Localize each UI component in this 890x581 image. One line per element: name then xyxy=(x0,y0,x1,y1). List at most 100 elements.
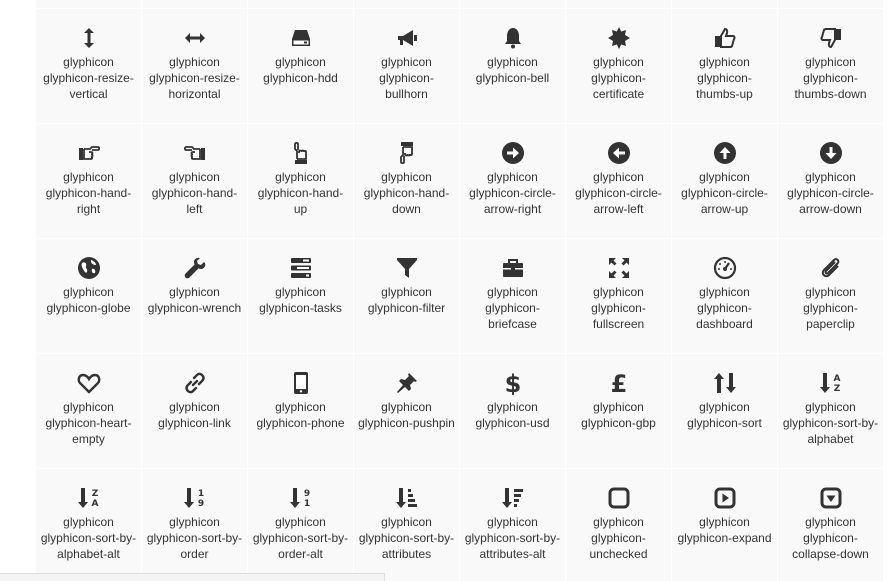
icon-class-base: glyphicon xyxy=(381,55,432,69)
circle-arrow-up-icon xyxy=(713,141,737,165)
fullscreen-icon xyxy=(607,256,631,280)
icon-cell-globe[interactable]: glyphicon glyphicon-globe xyxy=(36,239,142,354)
icon-cell-sort[interactable]: glyphicon glyphicon-sort xyxy=(672,354,778,469)
icon-cell-usd[interactable]: $ glyphicon glyphicon-usd xyxy=(460,354,566,469)
icon-class-base: glyphicon xyxy=(275,170,326,184)
icon-class-name: glyphicon-pushpin xyxy=(358,416,455,430)
icon-cell-thumbs-down[interactable]: glyphicon glyphicon-thumbs-down xyxy=(778,9,884,124)
icon-class-label: glyphicon glyphicon-resize-horizontal xyxy=(146,54,243,102)
icon-cell-partial[interactable] xyxy=(36,0,142,9)
collapse-down-icon xyxy=(819,486,843,510)
icon-class-base: glyphicon xyxy=(63,400,114,414)
icon-cell-phone[interactable]: glyphicon glyphicon-phone xyxy=(248,354,354,469)
icon-cell-sort-by-order[interactable]: 1 9 glyphicon glyphicon-sort-by-order xyxy=(142,469,248,581)
icon-cell-link[interactable]: glyphicon glyphicon-link xyxy=(142,354,248,469)
icon-cell-hand-down[interactable]: glyphicon glyphicon-hand-down xyxy=(354,124,460,239)
globe-icon xyxy=(77,256,101,280)
icon-class-label: glyphicon glyphicon-wrench xyxy=(146,284,243,316)
icon-class-label: glyphicon glyphicon-briefcase xyxy=(464,284,561,332)
icon-class-name: glyphicon-hand-right xyxy=(45,186,132,216)
icon-cell-partial[interactable] xyxy=(778,0,884,9)
icon-class-name: glyphicon-gbp xyxy=(581,416,656,430)
icon-class-base: glyphicon xyxy=(487,55,538,69)
icon-cell-briefcase[interactable]: glyphicon glyphicon-briefcase xyxy=(460,239,566,354)
icon-class-base: glyphicon xyxy=(275,400,326,414)
icon-cell-hand-left[interactable]: glyphicon glyphicon-hand-left xyxy=(142,124,248,239)
icon-cell-partial[interactable] xyxy=(354,0,460,9)
link-icon xyxy=(183,371,207,395)
icon-class-name: glyphicon-hand-down xyxy=(363,186,450,216)
icon-cell-sort-by-attributes[interactable]: glyphicon glyphicon-sort-by-attributes xyxy=(354,469,460,581)
icon-class-name: glyphicon-dashboard xyxy=(696,301,753,331)
icon-class-base: glyphicon xyxy=(275,55,326,69)
icon-class-label: glyphicon glyphicon-bullhorn xyxy=(358,54,455,102)
thumbs-down-icon xyxy=(819,26,843,50)
icon-class-base: glyphicon xyxy=(63,285,114,299)
icon-class-name: glyphicon-resize-horizontal xyxy=(149,71,240,101)
icon-class-name: glyphicon-certificate xyxy=(591,71,646,101)
icon-cell-bell[interactable]: glyphicon glyphicon-bell xyxy=(460,9,566,124)
icon-class-name: glyphicon-expand xyxy=(677,531,772,545)
icon-cell-heart-empty[interactable]: glyphicon glyphicon-heart-empty xyxy=(36,354,142,469)
icon-cell-thumbs-up[interactable]: glyphicon glyphicon-thumbs-up xyxy=(672,9,778,124)
icon-cell-hdd[interactable]: glyphicon glyphicon-hdd xyxy=(248,9,354,124)
icon-cell-resize-horizontal[interactable]: glyphicon glyphicon-resize-horizontal xyxy=(142,9,248,124)
icon-class-name: glyphicon-sort-by-attributes-alt xyxy=(464,531,561,561)
icon-cell-partial[interactable] xyxy=(672,0,778,9)
icon-cell-partial[interactable] xyxy=(142,0,248,9)
icon-class-label: glyphicon glyphicon-bell xyxy=(464,54,561,86)
icon-cell-fullscreen[interactable]: glyphicon glyphicon-fullscreen xyxy=(566,239,672,354)
icon-cell-partial[interactable] xyxy=(248,0,354,9)
icon-cell-expand[interactable]: glyphicon glyphicon-expand xyxy=(672,469,778,581)
icon-cell-circle-arrow-left[interactable]: glyphicon glyphicon-circle-arrow-left xyxy=(566,124,672,239)
icon-class-label: glyphicon glyphicon-link xyxy=(146,399,243,431)
icon-cell-filter[interactable]: glyphicon glyphicon-filter xyxy=(354,239,460,354)
icon-class-name: glyphicon-sort xyxy=(687,416,762,430)
icon-cell-circle-arrow-up[interactable]: glyphicon glyphicon-circle-arrow-up xyxy=(672,124,778,239)
circle-arrow-down-icon xyxy=(819,141,843,165)
icon-cell-partial[interactable] xyxy=(460,0,566,9)
icon-class-label: glyphicon glyphicon-expand xyxy=(676,514,773,546)
icon-cell-sort-by-order-alt[interactable]: 9 1 glyphicon glyphicon-sort-by-order-alt xyxy=(248,469,354,581)
icon-cell-certificate[interactable]: glyphicon glyphicon-certificate xyxy=(566,9,672,124)
hand-down-icon xyxy=(395,141,419,165)
icon-cell-sort-by-alphabet-alt[interactable]: Z Aglyphicon glyphicon-sort-by-alphabet-a… xyxy=(36,469,142,581)
glyphicon-gallery-page: glyphicon glyphicon-resize-vertical glyph… xyxy=(0,0,890,581)
icon-cell-tasks[interactable]: glyphicon glyphicon-tasks xyxy=(248,239,354,354)
icon-cell-wrench[interactable]: glyphicon glyphicon-wrench xyxy=(142,239,248,354)
usd-icon: $ xyxy=(501,371,525,395)
icon-class-label: glyphicon glyphicon-certificate xyxy=(570,54,667,102)
icon-class-base: glyphicon xyxy=(805,55,856,69)
icon-cell-unchecked[interactable]: glyphicon glyphicon-unchecked xyxy=(566,469,672,581)
sort-by-alphabet-alt-icon: ZA xyxy=(77,486,101,510)
icon-cell-bullhorn[interactable]: glyphicon glyphicon-bullhorn xyxy=(354,9,460,124)
icon-cell-gbp[interactable]: £ glyphicon glyphicon-gbp xyxy=(566,354,672,469)
icon-cell-pushpin[interactable]: glyphicon glyphicon-pushpin xyxy=(354,354,460,469)
certificate-icon xyxy=(607,26,631,50)
icon-cell-circle-arrow-right[interactable]: glyphicon glyphicon-circle-arrow-right xyxy=(460,124,566,239)
icon-class-base: glyphicon xyxy=(699,400,750,414)
icon-class-name: glyphicon-circle-arrow-up xyxy=(681,186,768,216)
svg-text:$: $ xyxy=(504,371,521,395)
gbp-icon: £ xyxy=(607,371,631,395)
icon-class-name: glyphicon-collapse-down xyxy=(792,531,869,561)
icon-class-label: glyphicon glyphicon-hand-left xyxy=(146,169,243,217)
icon-cell-hand-up[interactable]: glyphicon glyphicon-hand-up xyxy=(248,124,354,239)
icon-cell-circle-arrow-down[interactable]: glyphicon glyphicon-circle-arrow-down xyxy=(778,124,884,239)
svg-text:Z: Z xyxy=(833,384,840,394)
icon-cell-hand-right[interactable]: glyphicon glyphicon-hand-right xyxy=(36,124,142,239)
icon-cell-dashboard[interactable]: glyphicon glyphicon-dashboard xyxy=(672,239,778,354)
icon-class-name: glyphicon-thumbs-up xyxy=(696,71,753,101)
icon-cell-sort-by-alphabet[interactable]: A Zglyphicon glyphicon-sort-by-alphabet xyxy=(778,354,884,469)
icon-cell-sort-by-attributes-alt[interactable]: glyphicon glyphicon-sort-by-attributes-a… xyxy=(460,469,566,581)
icon-class-label: glyphicon glyphicon-dashboard xyxy=(676,284,773,332)
icon-cell-resize-vertical[interactable]: glyphicon glyphicon-resize-vertical xyxy=(36,9,142,124)
icon-cell-paperclip[interactable]: glyphicon glyphicon-paperclip xyxy=(778,239,884,354)
icon-class-name: glyphicon-bullhorn xyxy=(379,71,434,101)
icon-cell-collapse-down[interactable]: glyphicon glyphicon-collapse-down xyxy=(778,469,884,581)
icon-class-name: glyphicon-bell xyxy=(475,71,550,85)
icon-class-label: glyphicon glyphicon-thumbs-up xyxy=(676,54,773,102)
expand-icon xyxy=(713,486,737,510)
icon-class-base: glyphicon xyxy=(275,285,326,299)
icon-cell-partial[interactable] xyxy=(566,0,672,9)
